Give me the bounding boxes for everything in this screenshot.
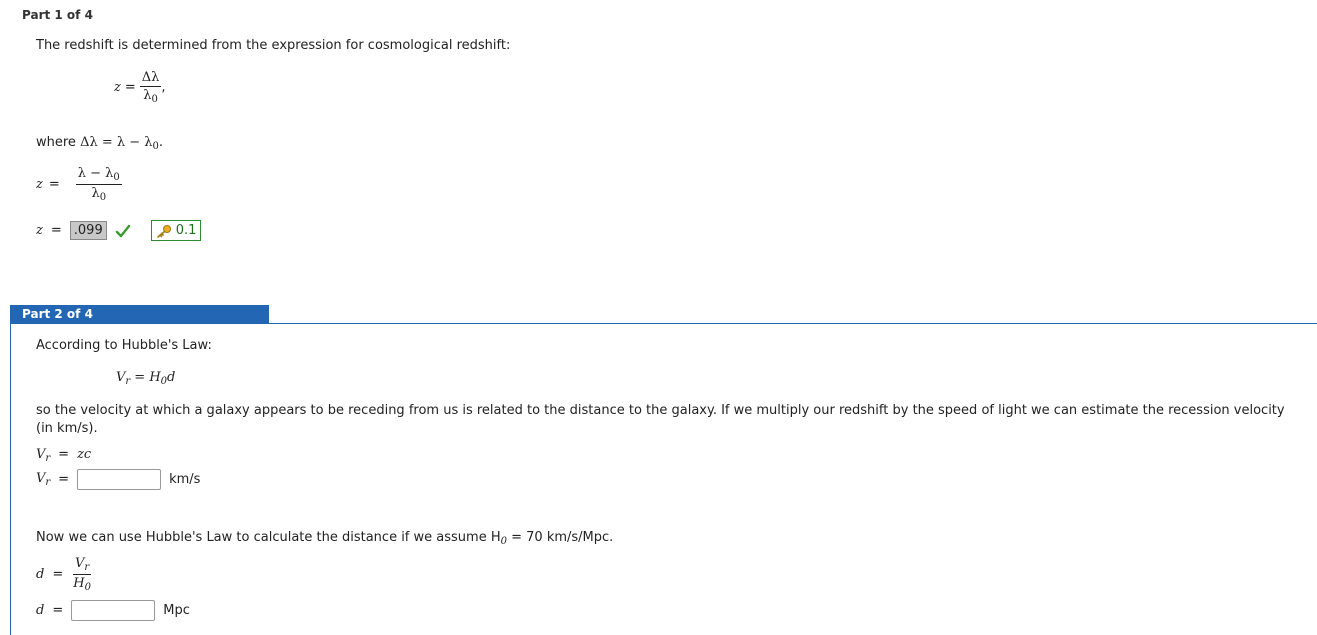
distance-answer-row: d = Mpc — [36, 600, 190, 621]
equals-sign: = — [52, 567, 64, 582]
answer-key-value: 0.1 — [175, 223, 197, 238]
distance-input[interactable] — [71, 600, 156, 621]
velocity-explanation-cont: (in km/s). — [36, 421, 98, 436]
part2-header: Part 2 of 4 — [10, 305, 269, 324]
velocity-unit: km/s — [169, 472, 201, 487]
distance-formula: d = Vr H0 — [36, 556, 93, 593]
vr-symbol: Vr — [36, 471, 51, 488]
answer-key-box: 0.1 — [150, 220, 202, 241]
fraction-denominator: λ0 — [143, 88, 158, 105]
equals-sign: = — [48, 177, 60, 192]
hubble-law-formula: Vr = H0d — [116, 370, 176, 387]
equals-sign: = — [58, 447, 70, 462]
velocity-explanation: so the velocity at which a galaxy appear… — [36, 403, 1285, 418]
delta-lambda-definition: Δλ = λ − λ0. — [80, 135, 164, 152]
velocity-input[interactable] — [77, 469, 162, 490]
part2-left-border — [10, 323, 11, 635]
where-label: where — [36, 135, 76, 150]
redshift-answer-row: z = .099 0.1 — [36, 220, 202, 241]
z-symbol: z — [114, 80, 121, 95]
equals-sign: = — [52, 603, 64, 618]
distance-explanation: Now we can use Hubble's Law to calculate… — [36, 530, 614, 547]
fraction-denominator: H0 — [73, 576, 91, 593]
fraction-denominator: λ0 — [91, 186, 107, 203]
redshift-formula: z = Δλ λ0 , — [114, 70, 166, 105]
fraction-numerator: Δλ — [139, 70, 162, 87]
distance-unit: Mpc — [163, 603, 190, 618]
equals-sign: = — [50, 223, 62, 238]
equals-sign: = — [58, 472, 70, 487]
d-symbol: d — [36, 567, 45, 582]
comma: , — [161, 80, 166, 95]
where-definition: where Δλ = λ − λ0. — [36, 135, 163, 152]
distance-fraction: Vr H0 — [71, 556, 93, 593]
redshift-expanded-formula: z = λ − λ0 λ0 — [36, 166, 122, 203]
d-symbol: d — [36, 603, 45, 618]
vr-symbol: Vr — [36, 447, 51, 464]
z-symbol: z — [36, 223, 43, 238]
fraction-numerator: λ − λ0 — [75, 166, 122, 185]
zc-expression: zc — [77, 447, 92, 462]
equals-sign: = — [124, 80, 136, 95]
fraction-numerator: Vr — [73, 556, 92, 575]
z-symbol: z — [36, 177, 43, 192]
velocity-formula: Vr = zc — [36, 447, 91, 464]
redshift-fraction: Δλ λ0 — [139, 70, 162, 105]
expanded-fraction: λ − λ0 λ0 — [75, 166, 122, 203]
velocity-answer-row: Vr = km/s — [36, 469, 200, 490]
part1-header: Part 1 of 4 — [22, 8, 93, 22]
part1-intro: The redshift is determined from the expr… — [36, 38, 511, 53]
redshift-answer-field[interactable]: .099 — [69, 221, 107, 240]
part2-intro: According to Hubble's Law: — [36, 338, 212, 353]
key-icon — [156, 224, 172, 238]
check-icon — [115, 224, 131, 238]
